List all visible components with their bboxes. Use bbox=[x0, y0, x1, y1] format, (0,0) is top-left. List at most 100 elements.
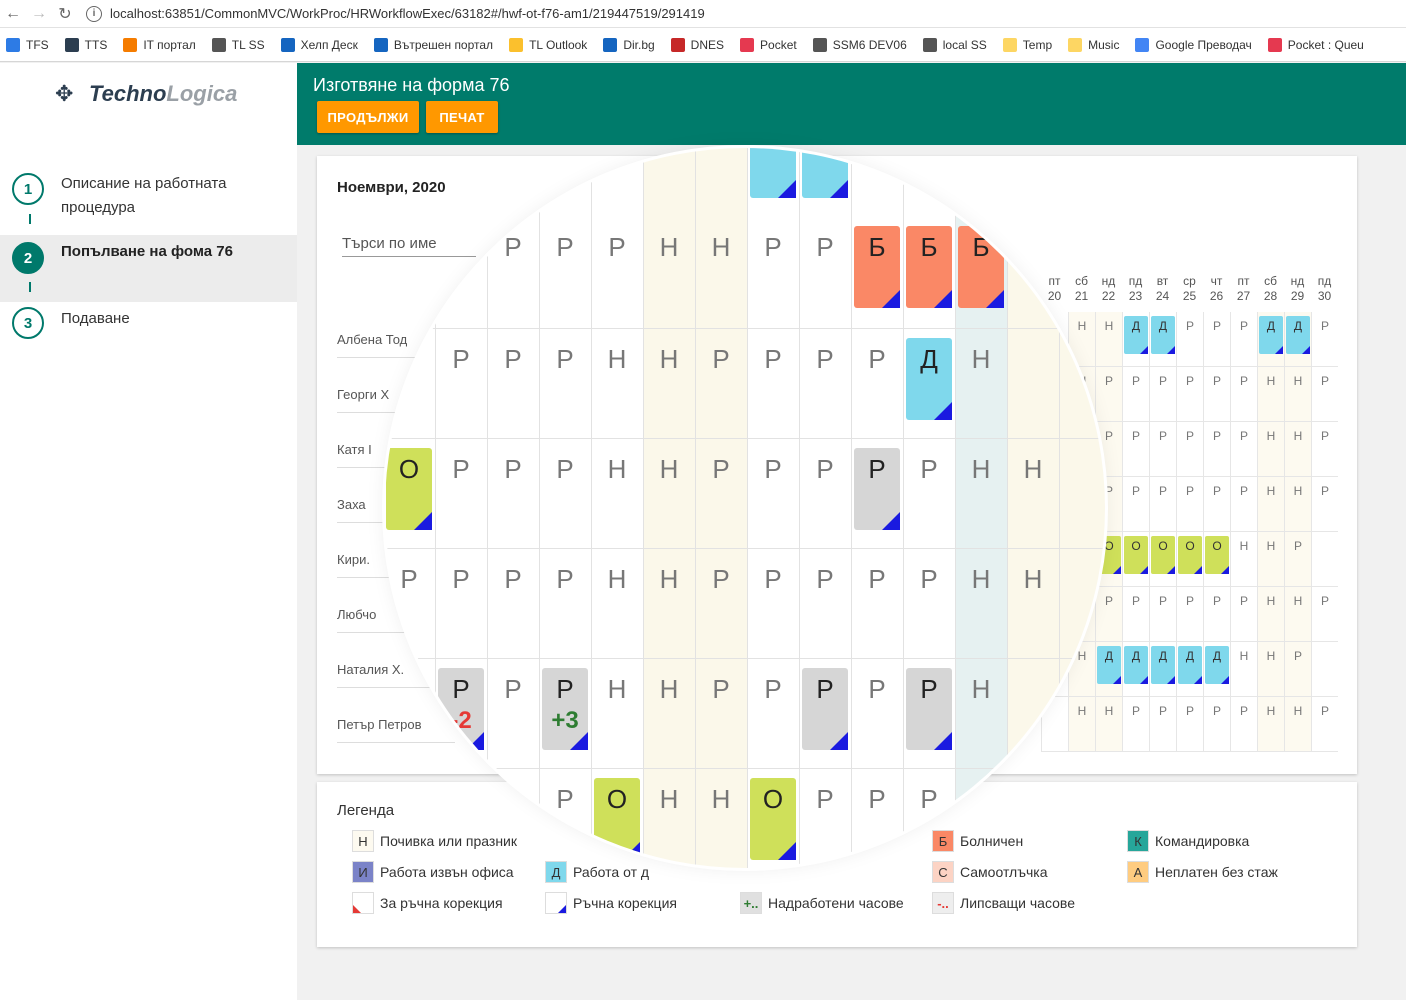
day-cell[interactable]: Д bbox=[1203, 642, 1230, 697]
day-code[interactable]: Р bbox=[799, 232, 851, 263]
day-tag[interactable]: О bbox=[594, 778, 640, 860]
bookmark-item[interactable]: Music bbox=[1068, 37, 1119, 52]
day-cell[interactable]: Р bbox=[1230, 422, 1257, 477]
day-code[interactable]: Р bbox=[385, 564, 435, 595]
day-cell[interactable]: Д bbox=[1149, 312, 1176, 367]
absence-tag[interactable]: О bbox=[1124, 536, 1148, 574]
reload-icon[interactable]: ↻ bbox=[52, 1, 78, 27]
day-code[interactable]: Р bbox=[747, 454, 799, 485]
day-cell[interactable]: Р bbox=[1149, 697, 1176, 752]
day-cell[interactable]: Д bbox=[1122, 312, 1149, 367]
day-cell[interactable]: Н bbox=[1284, 422, 1311, 477]
absence-tag[interactable]: Д bbox=[1151, 646, 1175, 684]
day-code[interactable]: Р bbox=[539, 784, 591, 815]
day-cell[interactable]: Р bbox=[1311, 312, 1338, 367]
day-tag[interactable]: О bbox=[386, 448, 432, 530]
day-cell[interactable]: Р bbox=[1230, 587, 1257, 642]
day-tag[interactable]: Р bbox=[854, 448, 900, 530]
day-cell[interactable]: Д bbox=[1149, 642, 1176, 697]
absence-tag[interactable]: Д bbox=[1151, 316, 1175, 354]
day-code[interactable]: Н bbox=[643, 454, 695, 485]
day-cell[interactable]: Н bbox=[1284, 367, 1311, 422]
day-tag[interactable]: О bbox=[750, 778, 796, 860]
day-tag[interactable]: Р bbox=[802, 668, 848, 750]
day-cell[interactable]: Р bbox=[1203, 587, 1230, 642]
day-code[interactable]: Н bbox=[955, 564, 1007, 595]
day-code[interactable]: Н bbox=[955, 674, 1007, 705]
day-code[interactable]: Н bbox=[1007, 454, 1059, 485]
absence-tag[interactable]: О bbox=[1178, 536, 1202, 574]
day-code[interactable]: Р bbox=[591, 232, 643, 263]
day-code[interactable]: Р bbox=[747, 232, 799, 263]
forward-arrow-icon[interactable]: → bbox=[26, 1, 52, 27]
day-cell[interactable]: Н bbox=[1257, 587, 1284, 642]
day-cell[interactable]: Н bbox=[1257, 642, 1284, 697]
day-cell[interactable]: Р bbox=[1203, 697, 1230, 752]
day-cell[interactable]: Р bbox=[1149, 477, 1176, 532]
day-code[interactable]: Р bbox=[695, 564, 747, 595]
day-code[interactable]: Р bbox=[903, 454, 955, 485]
day-cell[interactable]: Н bbox=[1257, 532, 1284, 587]
day-code[interactable]: Н bbox=[591, 344, 643, 375]
day-code[interactable]: Р bbox=[851, 564, 903, 595]
day-code[interactable]: Н bbox=[591, 564, 643, 595]
day-tag[interactable]: Б bbox=[906, 226, 952, 308]
day-code[interactable]: Н bbox=[643, 232, 695, 263]
bookmark-item[interactable]: DNES bbox=[670, 37, 724, 52]
day-code[interactable]: Р bbox=[539, 564, 591, 595]
day-cell[interactable]: Р bbox=[1311, 422, 1338, 477]
day-cell[interactable]: Н bbox=[1230, 532, 1257, 587]
address-bar[interactable]: i localhost:63851/CommonMVC/WorkProc/HRW… bbox=[86, 3, 1406, 25]
day-code[interactable]: Р bbox=[851, 784, 903, 815]
day-cell[interactable]: Д bbox=[1122, 642, 1149, 697]
day-cell[interactable]: Р bbox=[1203, 422, 1230, 477]
back-arrow-icon[interactable]: ← bbox=[0, 1, 26, 27]
day-code[interactable]: Н bbox=[643, 564, 695, 595]
day-cell[interactable]: О bbox=[1176, 532, 1203, 587]
info-icon[interactable]: i bbox=[86, 5, 102, 22]
absence-tag[interactable]: Д bbox=[1124, 316, 1148, 354]
day-cell[interactable]: Р bbox=[1284, 532, 1311, 587]
day-cell[interactable]: Р bbox=[1176, 312, 1203, 367]
print-button[interactable]: ПЕЧАТ bbox=[426, 101, 498, 133]
day-cell[interactable]: Р bbox=[1176, 697, 1203, 752]
day-cell[interactable]: Р bbox=[1149, 422, 1176, 477]
absence-tag[interactable]: Д bbox=[1124, 646, 1148, 684]
absence-tag[interactable]: Д bbox=[1178, 646, 1202, 684]
day-cell[interactable]: Р bbox=[1149, 587, 1176, 642]
day-cell[interactable]: О bbox=[1122, 532, 1149, 587]
day-cell[interactable]: Р bbox=[1230, 477, 1257, 532]
day-code[interactable]: Р bbox=[799, 454, 851, 485]
day-code[interactable]: Р bbox=[539, 232, 591, 263]
day-tag[interactable]: Р +3 bbox=[542, 668, 588, 750]
absence-tag[interactable]: Д bbox=[1205, 646, 1229, 684]
day-cell[interactable]: Р bbox=[1122, 587, 1149, 642]
day-cell[interactable]: Р bbox=[1122, 697, 1149, 752]
day-code[interactable]: Р bbox=[695, 344, 747, 375]
day-tag[interactable]: Д bbox=[906, 338, 952, 420]
day-cell[interactable]: Р bbox=[1122, 477, 1149, 532]
day-code[interactable]: Р bbox=[487, 454, 539, 485]
bookmark-item[interactable]: Google Преводач bbox=[1135, 37, 1252, 52]
continue-button[interactable]: ПРОДЪЛЖИ bbox=[317, 101, 419, 133]
day-code[interactable]: Н bbox=[591, 674, 643, 705]
absence-tag[interactable]: Д bbox=[1259, 316, 1283, 354]
day-code[interactable]: Н bbox=[695, 232, 747, 263]
day-code[interactable]: Р bbox=[539, 454, 591, 485]
day-cell[interactable]: Р bbox=[1203, 477, 1230, 532]
day-code[interactable]: Р bbox=[487, 564, 539, 595]
day-code[interactable]: Н bbox=[643, 344, 695, 375]
day-cell[interactable]: Р bbox=[1203, 312, 1230, 367]
day-cell[interactable]: О bbox=[1149, 532, 1176, 587]
bookmark-item[interactable]: Вътрешен портал bbox=[373, 37, 493, 52]
step-2[interactable]: 2 Попълване на фома 76 bbox=[0, 235, 297, 302]
day-cell[interactable]: Н bbox=[1257, 697, 1284, 752]
day-cell[interactable]: Р bbox=[1311, 367, 1338, 422]
day-cell[interactable]: Р bbox=[1230, 367, 1257, 422]
day-cell[interactable] bbox=[1311, 532, 1338, 587]
step-3[interactable]: 3 Подаване bbox=[0, 302, 297, 352]
absence-tag[interactable]: О bbox=[1151, 536, 1175, 574]
day-cell[interactable]: Н bbox=[1257, 477, 1284, 532]
day-tag[interactable]: Р bbox=[906, 668, 952, 750]
day-cell[interactable]: Р bbox=[1230, 312, 1257, 367]
